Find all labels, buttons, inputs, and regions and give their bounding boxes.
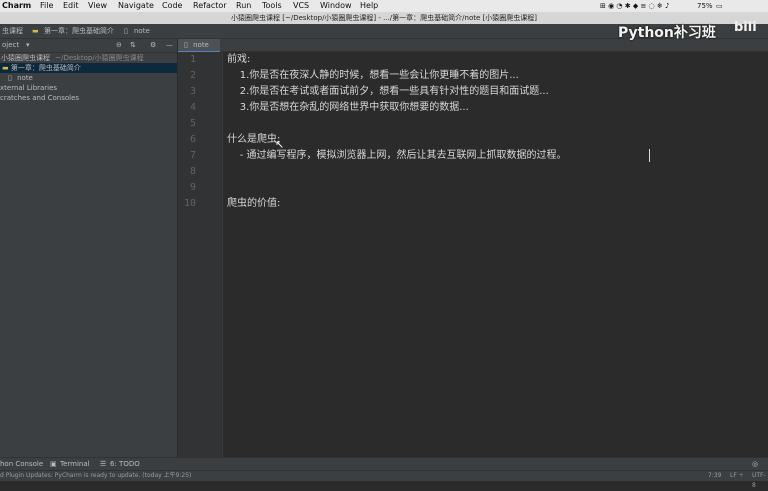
line-number: 4 <box>189 102 196 113</box>
line-number: 6 <box>189 134 196 145</box>
file-encoding[interactable]: UTF-8 <box>752 471 768 491</box>
line-number: 10 <box>183 198 196 209</box>
line-number: 1 <box>189 54 196 65</box>
line-number: 7 <box>189 150 196 161</box>
menu-navigate[interactable]: Navigate <box>118 0 154 12</box>
project-panel-title[interactable]: oject <box>2 39 19 52</box>
tab-note[interactable]: ▯ note <box>178 39 220 53</box>
menu-app[interactable]: Charm <box>2 0 31 12</box>
tree-item-project-root[interactable]: 小猿圈爬虫课程 ~/Desktop/小猿圈爬虫课程 <box>0 53 177 63</box>
menu-vcs[interactable]: VCS <box>293 0 309 12</box>
project-panel: oject ▾ ⊖ ⇅ ⚙ — 小猿圈爬虫课程 ~/Desktop/小猿圈爬虫课… <box>0 39 178 457</box>
menu-help[interactable]: Help <box>360 0 378 12</box>
text-cursor <box>649 149 650 162</box>
chevron-down-icon[interactable]: ▾ <box>26 39 30 52</box>
tree-item-scratches[interactable]: cratches and Consoles <box>0 93 177 103</box>
status-bar: d Plugin Updates: PyCharm is ready to up… <box>0 470 768 489</box>
project-panel-header: oject ▾ ⊖ ⇅ ⚙ — <box>0 39 177 53</box>
tree-item-label: xternal Libraries <box>0 84 58 92</box>
menu-code[interactable]: Code <box>162 0 182 12</box>
tree-item-external-libraries[interactable]: xternal Libraries <box>0 83 177 93</box>
menu-view[interactable]: View <box>88 0 107 12</box>
breadcrumb-project[interactable]: 虫课程 <box>2 24 23 38</box>
menu-tools[interactable]: Tools <box>262 0 282 12</box>
line-number: 9 <box>189 182 196 193</box>
breadcrumb-chapter[interactable]: 第一章：爬虫基础简介 <box>44 24 114 38</box>
file-icon: ▯ <box>184 41 188 49</box>
window-title: 小猿圈爬虫课程 [~/Desktop/小猿圈爬虫课程] - .../第一章：爬虫… <box>231 14 537 22</box>
code-line[interactable]: 爬虫的价值: <box>227 196 280 212</box>
code-line[interactable]: 1.你是否在夜深人静的时候，想看一些会让你更睡不着的图片... <box>227 68 519 84</box>
tree-item-path: ~/Desktop/小猿圈爬虫课程 <box>55 54 144 62</box>
tree-item-label: 小猿圈爬虫课程 <box>1 54 50 62</box>
watermark-text: Python补习班 <box>618 25 716 41</box>
scroll-to-source-icon[interactable]: ⇅ <box>130 39 136 52</box>
menubar-status-icons: ⊞ ◉ ◔ ✱ ◆ ≡ ◌ ❄ ♪ <box>600 2 670 10</box>
file-icon: ▯ <box>124 27 128 35</box>
line-number: 5 <box>189 118 196 129</box>
tree-item-label: note <box>17 74 33 82</box>
menu-edit[interactable]: Edit <box>63 0 79 12</box>
tree-item-label: 第一章：爬虫基础简介 <box>10 64 81 72</box>
tree-item-chapter-folder[interactable]: ▬ 第一章：爬虫基础简介 <box>0 63 177 73</box>
line-number: 3 <box>189 86 196 97</box>
collapse-all-icon[interactable]: ⊖ <box>116 39 122 52</box>
gear-icon[interactable]: ⚙ <box>150 39 156 52</box>
mouse-pointer-icon: ↖ <box>275 138 285 151</box>
breadcrumb-file[interactable]: note <box>134 24 150 38</box>
tool-window-bar: hon Console ▣ Terminal ☰ 6: TODO ◎ <box>0 457 768 471</box>
menu-run[interactable]: Run <box>236 0 251 12</box>
macos-menubar: Charm File Edit View Navigate Code Refac… <box>0 0 768 12</box>
battery-percent: 75% <box>697 2 713 10</box>
tree-item-label: cratches and Consoles <box>0 94 80 102</box>
menu-refactor[interactable]: Refactor <box>193 0 227 12</box>
line-number: 8 <box>189 166 196 177</box>
line-number-gutter: 1 2 3 4 5 6 7 8 9 10 <box>178 52 223 457</box>
folder-icon: ▬ <box>32 27 39 35</box>
bilibili-logo: bili <box>734 20 757 35</box>
battery-icon: ▭ <box>716 2 723 10</box>
menu-window[interactable]: Window <box>320 0 352 12</box>
code-line[interactable]: 3.你是否想在杂乱的网络世界中获取你想要的数据... <box>227 100 469 116</box>
menu-file[interactable]: File <box>40 0 53 12</box>
tree-item-note-file[interactable]: ▯ note <box>0 73 177 83</box>
file-icon: ▯ <box>8 74 12 82</box>
hide-panel-icon[interactable]: — <box>166 39 173 52</box>
code-line[interactable]: 什么是爬虫: <box>227 132 280 148</box>
line-number: 2 <box>189 70 196 81</box>
tab-label: note <box>193 41 209 49</box>
code-line[interactable]: 2.你是否在考试或者面试前夕，想看一些具有针对性的题目和面试题... <box>227 84 549 100</box>
folder-icon: ▬ <box>2 64 9 72</box>
code-line[interactable]: 前戏: <box>227 52 250 68</box>
editor-area[interactable]: 前戏: 1.你是否在夜深人静的时候，想看一些会让你更睡不着的图片... 2.你是… <box>223 52 768 457</box>
